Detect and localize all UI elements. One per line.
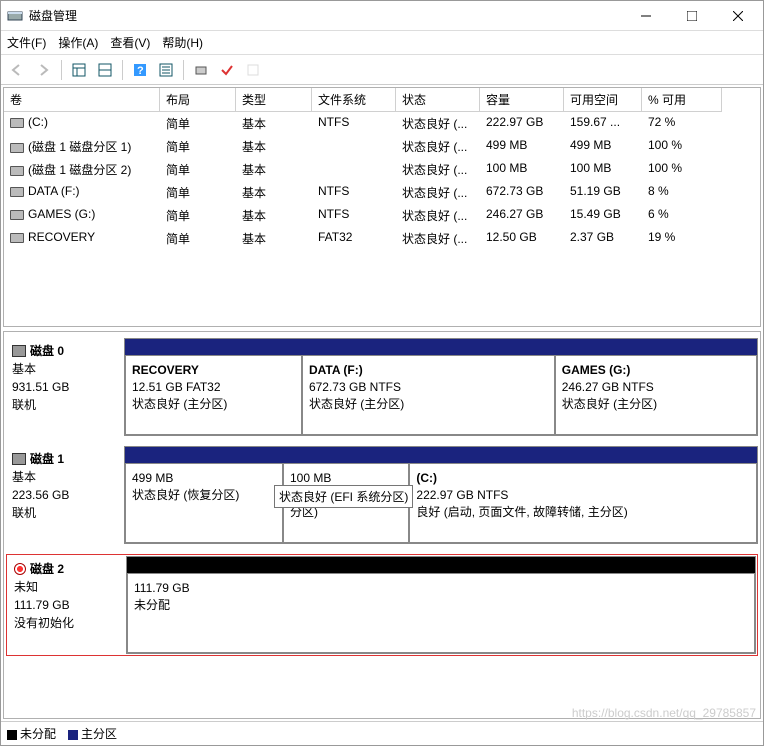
disk-icon: [12, 453, 26, 465]
partition[interactable]: RECOVERY12.51 GB FAT32状态良好 (主分区): [125, 355, 302, 435]
disk-info: 磁盘 0基本931.51 GB联机: [6, 338, 124, 436]
titlebar[interactable]: 磁盘管理: [1, 1, 763, 31]
col-volume[interactable]: 卷: [4, 88, 160, 112]
close-button[interactable]: [715, 1, 761, 31]
menu-view[interactable]: 查看(V): [110, 34, 150, 51]
disk-row[interactable]: 磁盘 2未知111.79 GB没有初始化111.79 GB未分配: [6, 554, 758, 656]
table-row[interactable]: (磁盘 1 磁盘分区 1)简单基本状态良好 (...499 MB499 MB10…: [4, 135, 760, 158]
forward-button[interactable]: [33, 59, 55, 81]
col-percent[interactable]: % 可用: [642, 88, 722, 112]
partition[interactable]: GAMES (G:)246.27 GB NTFS状态良好 (主分区): [555, 355, 757, 435]
disk-icon: [12, 345, 26, 357]
disk-icon: [14, 563, 26, 575]
list-button[interactable]: [155, 59, 177, 81]
disabled-button[interactable]: [242, 59, 264, 81]
app-icon: [7, 8, 23, 24]
back-button[interactable]: [7, 59, 29, 81]
minimize-button[interactable]: [623, 1, 669, 31]
toolbar: ?: [1, 55, 763, 85]
col-status[interactable]: 状态: [396, 88, 480, 112]
disk-partitions: 111.79 GB未分配: [126, 556, 756, 654]
col-layout[interactable]: 布局: [160, 88, 236, 112]
table-row[interactable]: GAMES (G:)简单基本NTFS状态良好 (...246.27 GB15.4…: [4, 204, 760, 227]
legend: 未分配 主分区: [1, 721, 763, 745]
col-capacity[interactable]: 容量: [480, 88, 564, 112]
menu-help[interactable]: 帮助(H): [162, 34, 203, 51]
partition[interactable]: DATA (F:)672.73 GB NTFS状态良好 (主分区): [302, 355, 555, 435]
table-header: 卷 布局 类型 文件系统 状态 容量 可用空间 % 可用: [4, 88, 760, 112]
maximize-button[interactable]: [669, 1, 715, 31]
table-row[interactable]: (C:)简单基本NTFS状态良好 (...222.97 GB159.67 ...…: [4, 112, 760, 135]
help-button[interactable]: ?: [129, 59, 151, 81]
partition[interactable]: 499 MB状态良好 (恢复分区): [125, 463, 283, 543]
col-type[interactable]: 类型: [236, 88, 312, 112]
disk-pane[interactable]: 磁盘 0基本931.51 GB联机RECOVERY12.51 GB FAT32状…: [3, 331, 761, 719]
table-row[interactable]: (磁盘 1 磁盘分区 2)简单基本状态良好 (...100 MB100 MB10…: [4, 158, 760, 181]
table-row[interactable]: RECOVERY简单基本FAT32状态良好 (...12.50 GB2.37 G…: [4, 227, 760, 250]
menu-file[interactable]: 文件(F): [7, 34, 46, 51]
legend-unallocated: 未分配: [7, 725, 56, 742]
action-button[interactable]: [190, 59, 212, 81]
col-filesystem[interactable]: 文件系统: [312, 88, 396, 112]
menubar: 文件(F) 操作(A) 查看(V) 帮助(H): [1, 31, 763, 55]
disk-partitions: RECOVERY12.51 GB FAT32状态良好 (主分区)DATA (F:…: [124, 338, 758, 436]
legend-primary: 主分区: [68, 725, 117, 742]
panel-button-2[interactable]: [94, 59, 116, 81]
disk-row[interactable]: 磁盘 0基本931.51 GB联机RECOVERY12.51 GB FAT32状…: [6, 338, 758, 436]
menu-action[interactable]: 操作(A): [58, 34, 98, 51]
disk-info: 磁盘 2未知111.79 GB没有初始化: [8, 556, 126, 654]
disk-info: 磁盘 1基本223.56 GB联机: [6, 446, 124, 544]
content-area: 卷 布局 类型 文件系统 状态 容量 可用空间 % 可用 (C:)简单基本NTF…: [1, 85, 763, 721]
window-title: 磁盘管理: [29, 7, 623, 24]
table-row[interactable]: DATA (F:)简单基本NTFS状态良好 (...672.73 GB51.19…: [4, 181, 760, 204]
tooltip: 状态良好 (EFI 系统分区): [274, 485, 413, 508]
panel-button-1[interactable]: [68, 59, 90, 81]
check-button[interactable]: [216, 59, 238, 81]
partition[interactable]: 111.79 GB未分配: [127, 573, 755, 653]
col-free[interactable]: 可用空间: [564, 88, 642, 112]
table-body[interactable]: (C:)简单基本NTFS状态良好 (...222.97 GB159.67 ...…: [4, 112, 760, 326]
disk-partitions: 499 MB状态良好 (恢复分区)100 MB状态良好 (EFI 系统分区)(C…: [124, 446, 758, 544]
app-window: 磁盘管理 文件(F) 操作(A) 查看(V) 帮助(H) ? 卷 布局 类型: [0, 0, 764, 746]
partition[interactable]: (C:)222.97 GB NTFS良好 (启动, 页面文件, 故障转储, 主分…: [409, 463, 757, 543]
volume-table: 卷 布局 类型 文件系统 状态 容量 可用空间 % 可用 (C:)简单基本NTF…: [3, 87, 761, 327]
svg-text:?: ?: [137, 65, 144, 77]
